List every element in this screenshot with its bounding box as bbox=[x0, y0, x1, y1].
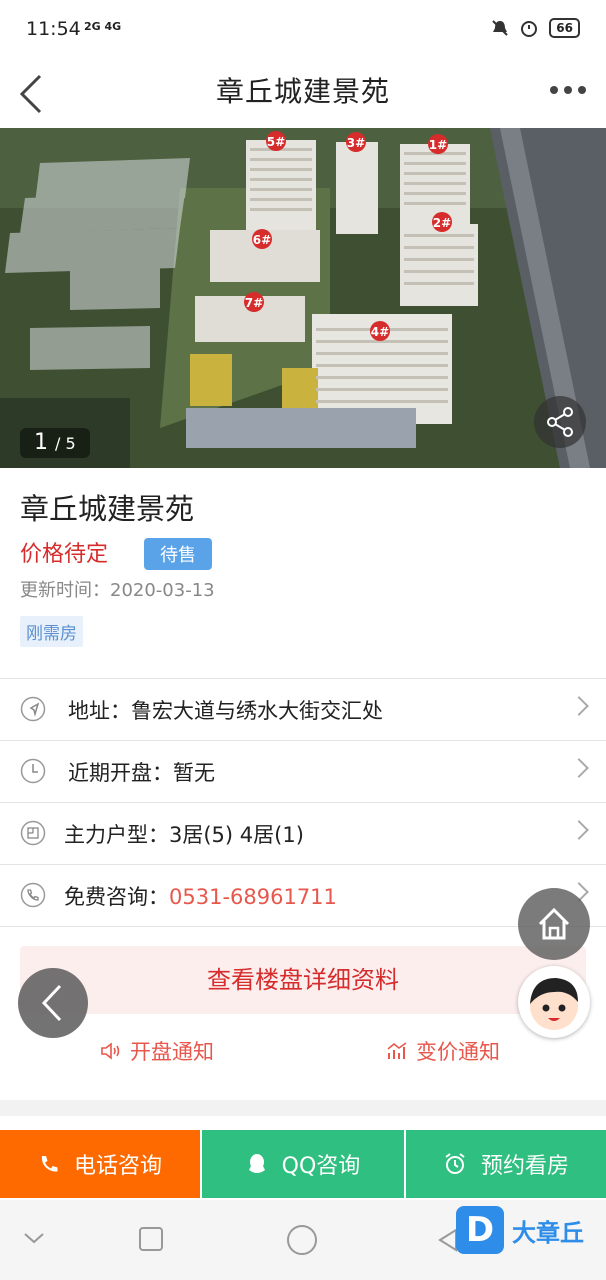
network-indicator: 2G 4G bbox=[84, 20, 122, 33]
book-visit-button[interactable]: 预约看房 bbox=[406, 1130, 606, 1198]
status-icons: 66 bbox=[491, 18, 580, 38]
share-button[interactable] bbox=[534, 396, 586, 448]
phone-row[interactable]: 免费咨询：0531-68961711 bbox=[0, 864, 606, 927]
recents-icon[interactable] bbox=[138, 1226, 164, 1252]
alarm-clock-icon bbox=[445, 1153, 465, 1174]
page-title: 章丘城建景苑 bbox=[215, 75, 390, 108]
update-date: 2020-03-13 bbox=[110, 580, 215, 601]
floorplan-row[interactable]: 主力户型：3居(5) 4居(1) bbox=[0, 802, 606, 864]
phone-number-link[interactable]: 0531-68961711 bbox=[169, 885, 337, 909]
phone-icon bbox=[41, 1156, 58, 1172]
update-time: 更新时间：2020-03-13 bbox=[20, 576, 215, 602]
image-counter-total: / 5 bbox=[55, 434, 76, 453]
building-label: 4# bbox=[371, 325, 389, 339]
alarm-icon bbox=[521, 21, 538, 37]
qq-consult-label: QQ咨询 bbox=[281, 1154, 361, 1179]
floating-assistant-avatar[interactable] bbox=[518, 966, 590, 1038]
building-label: 2# bbox=[433, 216, 451, 230]
chevron-right-icon bbox=[569, 820, 589, 840]
more-button[interactable] bbox=[548, 82, 588, 102]
project-info: 章丘城建景苑 价格待定 待售 更新时间：2020-03-13 刚需房 bbox=[0, 468, 606, 678]
detail-list: 地址：鲁宏大道与绣水大街交汇处 近期开盘：暂无 主力户型：3居(5) 4居(1)… bbox=[0, 678, 606, 927]
building-label: 1# bbox=[429, 138, 447, 152]
address-value: 鲁宏大道与绣水大街交汇处 bbox=[131, 699, 383, 723]
share-icon bbox=[547, 407, 573, 437]
building-label: 5# bbox=[267, 135, 285, 149]
price-change-notify-button[interactable]: 变价通知 bbox=[386, 1036, 500, 1066]
opening-value: 暂无 bbox=[173, 761, 215, 785]
row-label: 地址： bbox=[68, 699, 131, 723]
building-label: 6# bbox=[253, 233, 271, 247]
floorplan-icon bbox=[20, 820, 46, 846]
floating-back-button[interactable] bbox=[18, 968, 88, 1038]
back-nav-icon[interactable] bbox=[438, 1228, 458, 1252]
watermark-logo: D 大章丘 bbox=[456, 1206, 584, 1254]
qq-consult-button[interactable]: QQ咨询 bbox=[202, 1130, 404, 1198]
floating-home-button[interactable] bbox=[518, 888, 590, 960]
speaker-icon bbox=[101, 1042, 120, 1060]
phone-consult-button[interactable]: 电话咨询 bbox=[0, 1130, 200, 1198]
hero-image-carousel[interactable]: 5# 3# 1# 2# 6# 7# 4# 1 / 5 bbox=[0, 128, 606, 468]
sale-status-badge: 待售 bbox=[144, 538, 212, 570]
view-details-button[interactable]: 查看楼盘详细资料 bbox=[20, 946, 586, 1014]
home-icon bbox=[538, 907, 570, 940]
floorplan-value: 3居(5) 4居(1) bbox=[169, 823, 304, 847]
price-trend-icon bbox=[387, 1042, 407, 1059]
clock-icon bbox=[20, 758, 46, 784]
price-text: 价格待定 bbox=[20, 542, 109, 567]
address-label: 地址：鲁宏大道与绣水大街交汇处 bbox=[68, 695, 383, 725]
price-change-notify-label: 变价通知 bbox=[416, 1040, 500, 1064]
building-label: 3# bbox=[347, 136, 365, 150]
row-label: 主力户型： bbox=[64, 823, 169, 847]
opening-label: 近期开盘：暂无 bbox=[68, 757, 215, 787]
chevron-right-icon bbox=[569, 696, 589, 716]
location-icon bbox=[20, 696, 46, 722]
home-nav-icon[interactable] bbox=[286, 1224, 318, 1256]
nav-bar: 章丘城建景苑 bbox=[0, 60, 606, 128]
watermark-logo-mark: D bbox=[456, 1206, 504, 1254]
project-rendering: 5# 3# 1# 2# 6# 7# 4# bbox=[0, 128, 606, 468]
building-label: 7# bbox=[245, 296, 263, 310]
update-label: 更新时间： bbox=[20, 580, 110, 601]
row-label: 近期开盘： bbox=[68, 761, 173, 785]
image-counter: 1 / 5 bbox=[20, 428, 90, 458]
floorplan-label: 主力户型：3居(5) 4居(1) bbox=[64, 819, 304, 849]
project-tag: 刚需房 bbox=[20, 616, 83, 647]
row-label: 免费咨询： bbox=[64, 885, 169, 909]
collapse-icon[interactable] bbox=[22, 1230, 46, 1246]
qq-icon bbox=[248, 1154, 265, 1173]
phone-icon bbox=[20, 882, 46, 908]
status-time: 11:54 bbox=[26, 18, 81, 40]
chevron-left-icon bbox=[41, 984, 62, 1022]
bottom-action-bar: 电话咨询 QQ咨询 预约看房 bbox=[0, 1130, 606, 1198]
phone-consult-label: 电话咨询 bbox=[73, 1154, 162, 1179]
section-divider bbox=[0, 1100, 606, 1116]
opening-notify-button[interactable]: 开盘通知 bbox=[100, 1036, 214, 1066]
opening-notify-label: 开盘通知 bbox=[130, 1040, 214, 1064]
opening-row[interactable]: 近期开盘：暂无 bbox=[0, 740, 606, 802]
status-bar: 11:54 2G 4G 66 bbox=[0, 0, 606, 60]
battery-indicator: 66 bbox=[549, 18, 580, 38]
book-visit-label: 预约看房 bbox=[480, 1154, 569, 1179]
watermark-text: 大章丘 bbox=[512, 1218, 584, 1247]
chevron-right-icon bbox=[569, 758, 589, 778]
mute-icon bbox=[492, 20, 509, 36]
project-title: 章丘城建景苑 bbox=[20, 492, 195, 526]
more-dots-icon bbox=[550, 86, 586, 94]
image-counter-current: 1 bbox=[34, 430, 48, 455]
address-row[interactable]: 地址：鲁宏大道与绣水大街交汇处 bbox=[0, 678, 606, 740]
phone-label: 免费咨询：0531-68961711 bbox=[64, 881, 337, 911]
avatar-icon bbox=[530, 978, 578, 1030]
